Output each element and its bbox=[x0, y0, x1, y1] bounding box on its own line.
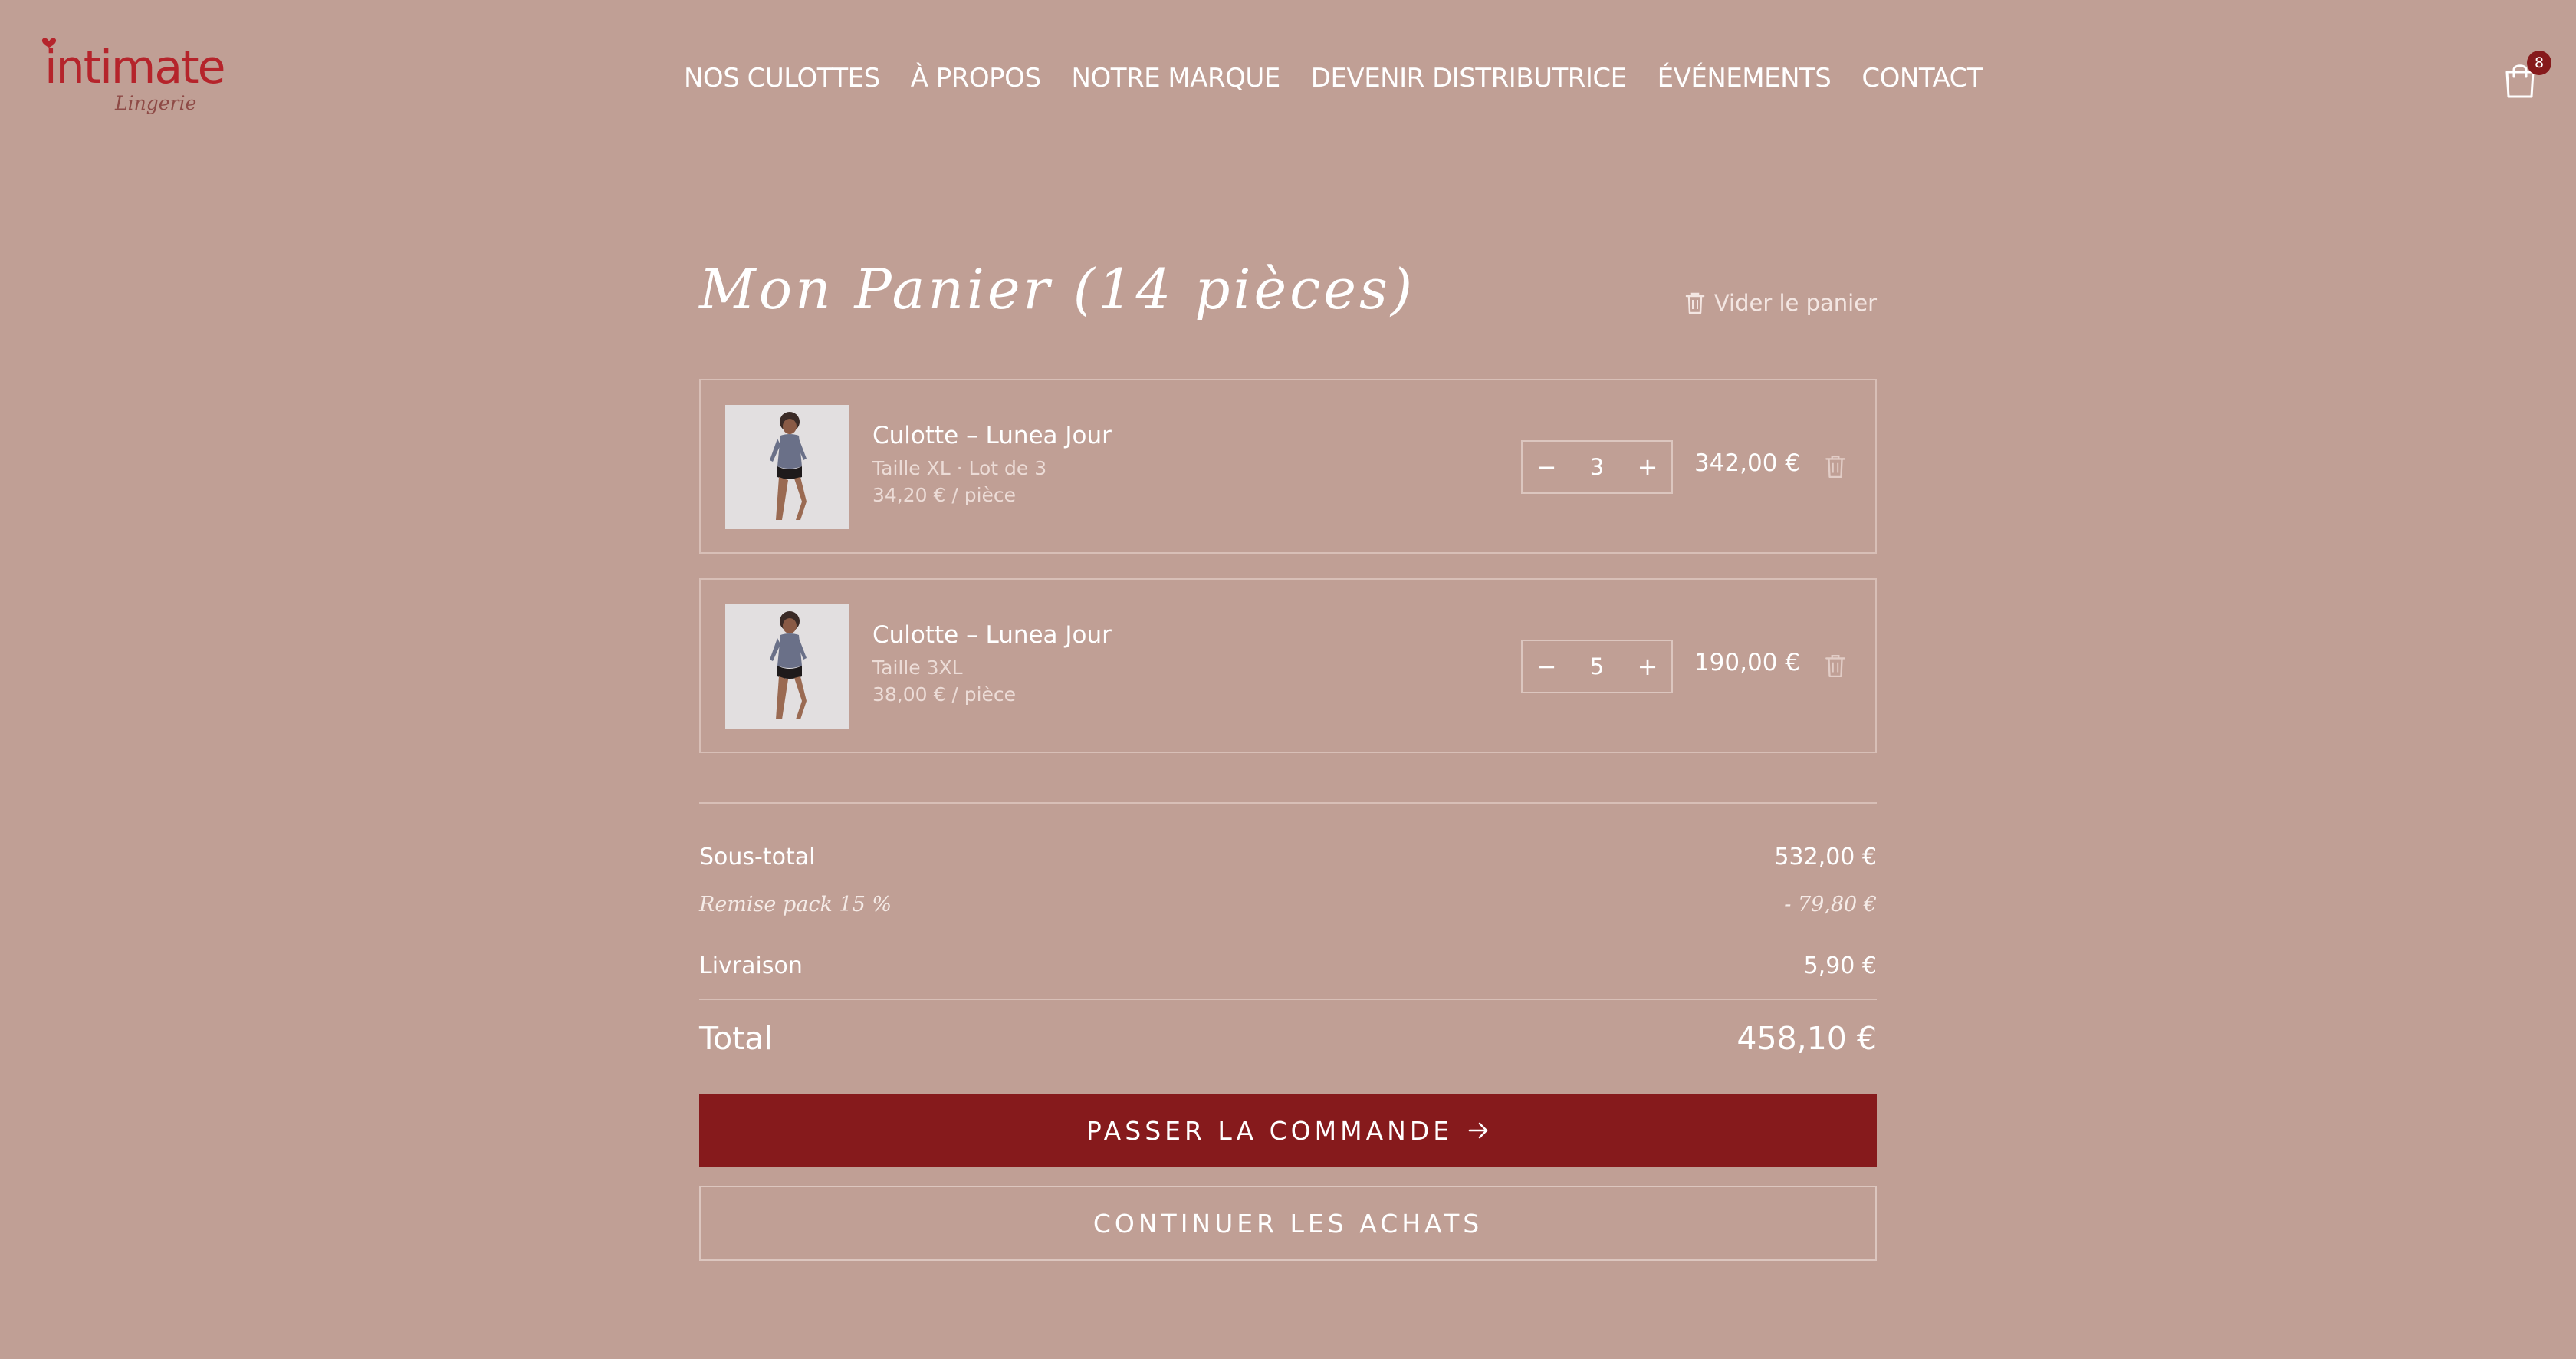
cart-item: Culotte – Lunea Jour Taille 3XL 38,00 € … bbox=[699, 578, 1877, 753]
total-label: Total bbox=[699, 1020, 773, 1057]
item-variant: Taille XL · Lot de 3 bbox=[872, 457, 1047, 479]
nav-item-devenir-distributrice[interactable]: DEVENIR DISTRIBUTRICE bbox=[1311, 63, 1627, 94]
main-nav: NOS CULOTTES À PROPOS NOTRE MARQUE DEVEN… bbox=[684, 61, 1983, 95]
item-info: Culotte – Lunea Jour Taille 3XL 38,00 € … bbox=[872, 621, 1112, 706]
logo-tagline: Lingerie bbox=[115, 92, 197, 114]
quantity-value[interactable]: 3 bbox=[1574, 454, 1620, 480]
cart-title-row: Mon Panier (14 pièces) Vider le panier bbox=[699, 253, 1877, 360]
checkout-button[interactable]: PASSER LA COMMANDE bbox=[699, 1094, 1877, 1167]
subtotal-row: Sous-total 532,00 € bbox=[699, 844, 1877, 893]
continue-shopping-label: CONTINUER LES ACHATS bbox=[1092, 1208, 1484, 1239]
brand-logo[interactable]: intimate Lingerie bbox=[38, 32, 226, 124]
product-image[interactable] bbox=[725, 405, 849, 529]
item-name[interactable]: Culotte – Lunea Jour bbox=[872, 621, 1112, 649]
cart-item: Culotte – Lunea Jour Taille XL · Lot de … bbox=[699, 379, 1877, 554]
nav-item-nos-culottes[interactable]: NOS CULOTTES bbox=[684, 63, 880, 94]
cart-button[interactable]: 8 bbox=[2502, 51, 2551, 100]
order-summary: Sous-total 532,00 € Remise pack 15 % - 7… bbox=[699, 844, 1877, 1094]
increase-quantity-button[interactable]: + bbox=[1624, 442, 1671, 492]
increase-quantity-button[interactable]: + bbox=[1624, 641, 1671, 692]
item-total-price: 190,00 € bbox=[1694, 649, 1800, 676]
item-total-price: 342,00 € bbox=[1694, 449, 1800, 477]
shipping-row: Livraison 5,90 € bbox=[699, 953, 1877, 999]
trash-icon bbox=[1685, 292, 1705, 314]
discount-row: Remise pack 15 % - 79,80 € bbox=[699, 893, 1877, 942]
item-variant: Taille 3XL bbox=[872, 656, 963, 679]
item-info: Culotte – Lunea Jour Taille XL · Lot de … bbox=[872, 422, 1112, 506]
nav-item-notre-marque[interactable]: NOTRE MARQUE bbox=[1072, 63, 1281, 94]
logo-wordmark: intimate bbox=[44, 41, 226, 94]
nav-item-evenements[interactable]: ÉVÉNEMENTS bbox=[1658, 63, 1832, 94]
item-name[interactable]: Culotte – Lunea Jour bbox=[872, 422, 1112, 449]
discount-label: Remise pack 15 % bbox=[699, 893, 892, 916]
quantity-value[interactable]: 5 bbox=[1574, 653, 1620, 680]
clear-cart-label: Vider le panier bbox=[1714, 290, 1877, 316]
nav-item-contact[interactable]: CONTACT bbox=[1861, 63, 1983, 94]
cart-count-badge: 8 bbox=[2527, 51, 2551, 75]
checkout-label: PASSER LA COMMANDE bbox=[1086, 1115, 1454, 1146]
page-title: Mon Panier (14 pièces) bbox=[699, 257, 1416, 321]
total-value: 458,10 € bbox=[1737, 1020, 1877, 1057]
subtotal-label: Sous-total bbox=[699, 844, 816, 870]
subtotal-value: 532,00 € bbox=[1774, 844, 1877, 870]
discount-value: - 79,80 € bbox=[1784, 893, 1877, 916]
product-image[interactable] bbox=[725, 604, 849, 729]
decrease-quantity-button[interactable]: − bbox=[1523, 442, 1570, 492]
shipping-value: 5,90 € bbox=[1803, 953, 1877, 979]
continue-shopping-button[interactable]: CONTINUER LES ACHATS bbox=[699, 1186, 1877, 1261]
shipping-label: Livraison bbox=[699, 953, 803, 979]
divider bbox=[699, 802, 1877, 804]
item-unit-price: 38,00 € / pièce bbox=[872, 683, 1017, 706]
arrow-right-icon bbox=[1468, 1122, 1488, 1139]
decrease-quantity-button[interactable]: − bbox=[1523, 641, 1570, 692]
nav-item-a-propos[interactable]: À PROPOS bbox=[911, 63, 1041, 94]
quantity-stepper: − 3 + bbox=[1521, 440, 1673, 494]
total-row: Total 458,10 € bbox=[699, 1000, 1877, 1094]
remove-item-button[interactable] bbox=[1825, 454, 1848, 480]
trash-icon bbox=[1825, 655, 1845, 678]
trash-icon bbox=[1825, 456, 1845, 479]
site-header: intimate Lingerie NOS CULOTTES À PROPOS … bbox=[0, 0, 2576, 153]
clear-cart-button[interactable]: Vider le panier bbox=[1685, 290, 1877, 316]
remove-item-button[interactable] bbox=[1825, 653, 1848, 680]
cart-page: Mon Panier (14 pièces) Vider le panier C… bbox=[699, 253, 1877, 1261]
quantity-stepper: − 5 + bbox=[1521, 640, 1673, 693]
item-unit-price: 34,20 € / pièce bbox=[872, 484, 1017, 506]
